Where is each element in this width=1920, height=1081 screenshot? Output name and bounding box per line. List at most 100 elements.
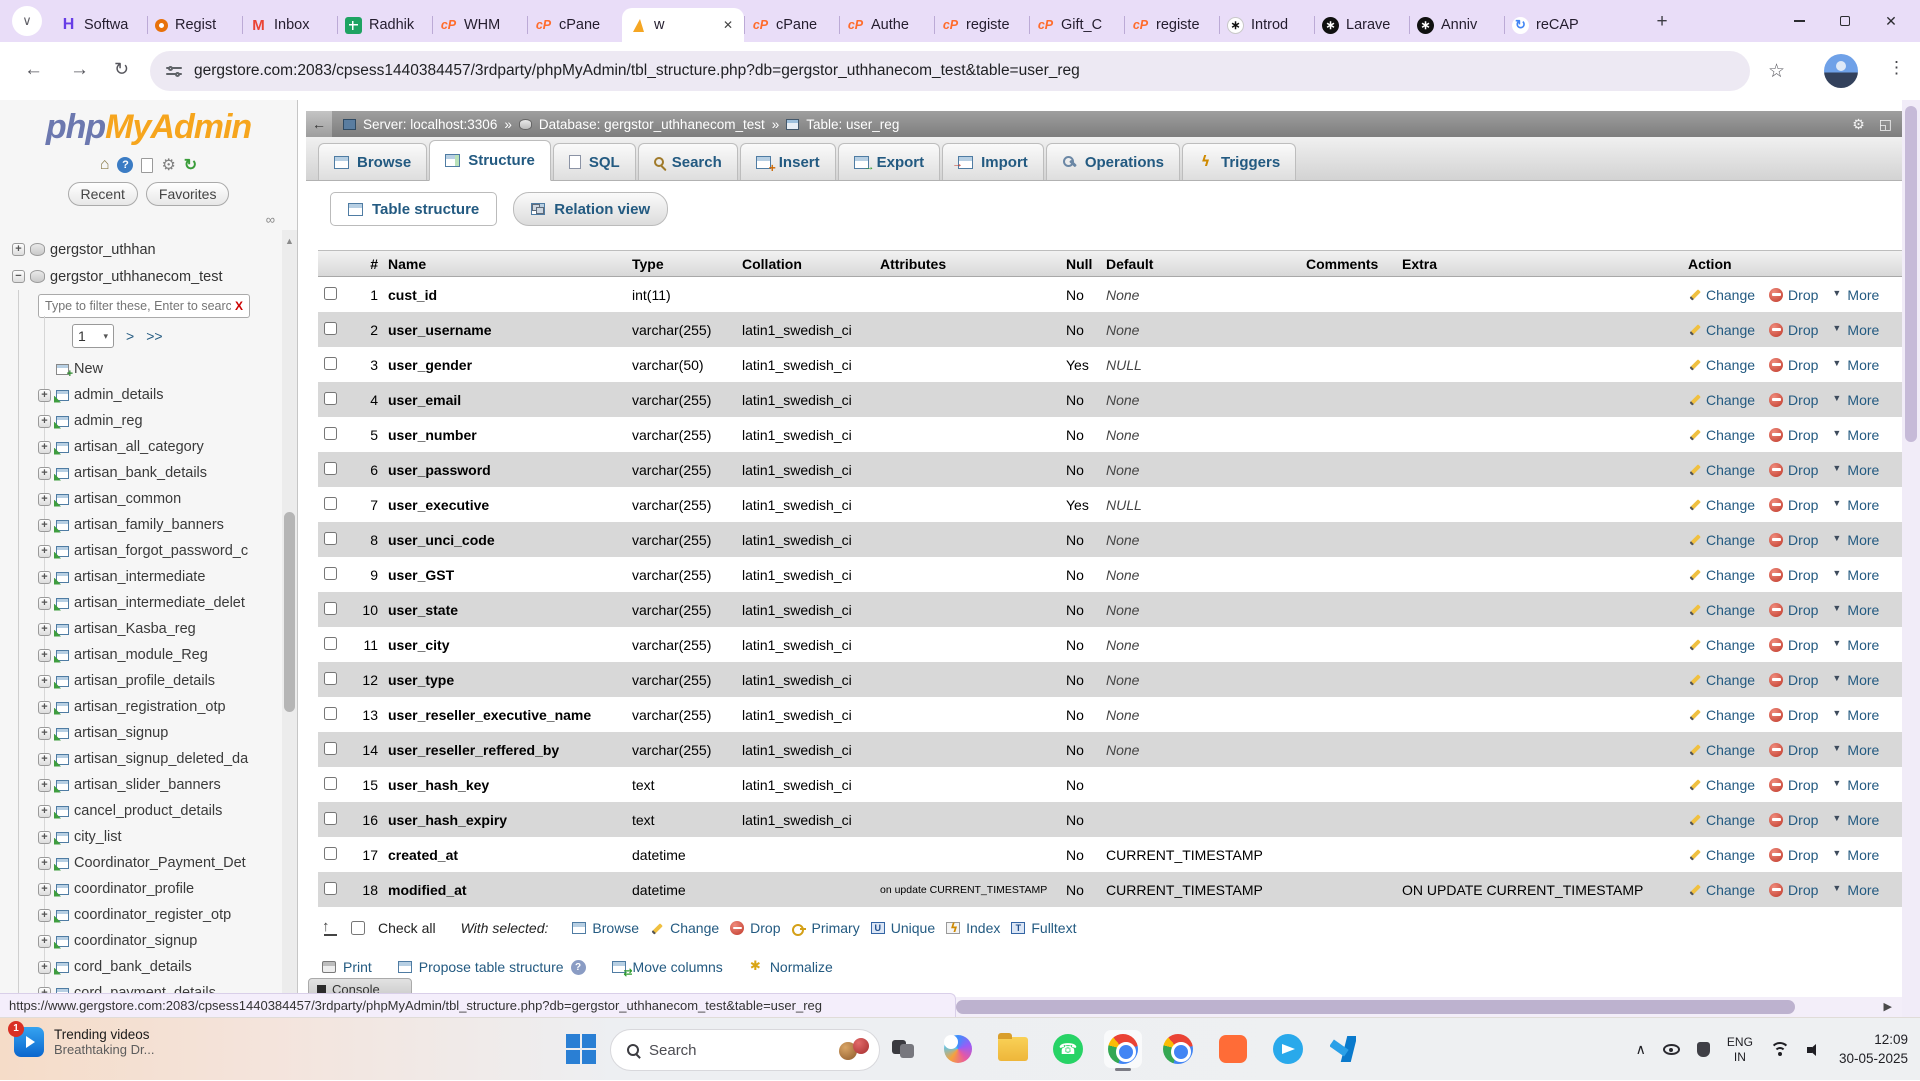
sidebar-table-item[interactable]: + artisan_intermediate xyxy=(8,564,277,590)
expand-icon[interactable]: + xyxy=(38,909,51,922)
help-icon[interactable]: ? xyxy=(117,157,133,173)
footer-link[interactable]: Move columns xyxy=(612,959,723,975)
main-tab[interactable]: SQL xyxy=(553,143,636,180)
browser-tab[interactable]: cP Gift_C ✕ xyxy=(1029,8,1124,42)
expand-icon[interactable]: + xyxy=(38,519,51,532)
with-selected-action[interactable]: Primary xyxy=(792,920,860,936)
row-checkbox[interactable] xyxy=(324,847,337,860)
more-link[interactable]: More xyxy=(1832,777,1879,793)
sub-tab[interactable]: Relation view xyxy=(513,192,668,226)
clock[interactable]: 12:09 30-05-2025 xyxy=(1839,1031,1908,1067)
main-tab[interactable]: Import xyxy=(942,143,1044,180)
back-button[interactable]: ← xyxy=(24,59,43,81)
expand-icon[interactable]: + xyxy=(38,961,51,974)
browser-tab[interactable]: cP cPane ✕ xyxy=(527,8,622,42)
vertical-scrollbar-thumb[interactable] xyxy=(1905,106,1917,442)
expand-icon[interactable]: + xyxy=(38,857,51,870)
link-icon[interactable]: ∞ xyxy=(266,212,275,227)
page-select[interactable]: 1▾ xyxy=(72,324,114,348)
main-tab[interactable]: Triggers xyxy=(1182,143,1296,180)
drop-link[interactable]: Drop xyxy=(1769,637,1818,653)
drop-link[interactable]: Drop xyxy=(1769,427,1818,443)
orange-app-button[interactable] xyxy=(1214,1030,1252,1068)
help-icon[interactable]: ? xyxy=(571,960,586,975)
change-link[interactable]: Change xyxy=(1688,287,1755,303)
change-link[interactable]: Change xyxy=(1688,567,1755,583)
vertical-scrollbar[interactable] xyxy=(1902,100,1920,1017)
column-collation[interactable]: latin1_swedish_ci xyxy=(742,672,880,688)
sidebar-table-item[interactable]: + artisan_profile_details xyxy=(8,668,277,694)
wifi-icon[interactable] xyxy=(1770,1042,1790,1057)
main-tab[interactable]: Structure xyxy=(429,140,551,181)
row-checkbox[interactable] xyxy=(324,882,337,895)
tab-close-icon[interactable]: ✕ xyxy=(720,17,736,33)
more-link[interactable]: More xyxy=(1832,672,1879,688)
footer-link[interactable]: Print xyxy=(322,959,372,975)
drop-link[interactable]: Drop xyxy=(1769,742,1818,758)
change-link[interactable]: Change xyxy=(1688,427,1755,443)
drop-link[interactable]: Drop xyxy=(1769,462,1818,478)
main-tab[interactable]: Browse xyxy=(318,143,427,180)
with-selected-action[interactable]: Index xyxy=(946,920,1000,936)
sidebar-table-item[interactable]: + coordinator_profile xyxy=(8,876,277,902)
row-checkbox[interactable] xyxy=(324,707,337,720)
browser-button[interactable] xyxy=(1159,1030,1197,1068)
browser-tab[interactable]: cP cPane ✕ xyxy=(744,8,839,42)
more-link[interactable]: More xyxy=(1832,287,1879,303)
column-collation[interactable]: latin1_swedish_ci xyxy=(742,497,880,513)
sub-tab[interactable]: Table structure xyxy=(330,192,497,226)
row-checkbox[interactable] xyxy=(324,497,337,510)
browser-tab[interactable]: M Inbox ✕ xyxy=(242,8,337,42)
more-link[interactable]: More xyxy=(1832,427,1879,443)
expand-icon[interactable]: + xyxy=(38,935,51,948)
column-collation[interactable]: latin1_swedish_ci xyxy=(742,322,880,338)
shield-icon[interactable] xyxy=(1697,1042,1710,1057)
sidebar-table-item[interactable]: + Coordinator_Payment_Det xyxy=(8,850,277,876)
browser-tab[interactable]: Regist ✕ xyxy=(147,8,242,42)
vscode-button[interactable] xyxy=(1324,1030,1362,1068)
drop-link[interactable]: Drop xyxy=(1769,567,1818,583)
row-checkbox[interactable] xyxy=(324,567,337,580)
drop-link[interactable]: Drop xyxy=(1769,532,1818,548)
row-checkbox[interactable] xyxy=(324,392,337,405)
horizontal-scrollbar[interactable]: ▶ xyxy=(956,997,1902,1017)
change-link[interactable]: Change xyxy=(1688,497,1755,513)
sidebar-table-item[interactable]: + artisan_registration_otp xyxy=(8,694,277,720)
start-button[interactable] xyxy=(566,1034,598,1066)
window-close-button[interactable]: ✕ xyxy=(1868,0,1914,42)
sidebar-table-item[interactable]: + artisan_signup xyxy=(8,720,277,746)
eye-icon[interactable] xyxy=(1663,1044,1680,1055)
language-indicator[interactable]: ENG IN xyxy=(1727,1035,1753,1065)
check-all-checkbox[interactable] xyxy=(351,921,365,935)
profile-avatar[interactable] xyxy=(1824,54,1858,88)
change-link[interactable]: Change xyxy=(1688,742,1755,758)
sidebar-table-item[interactable]: + artisan_module_Reg xyxy=(8,642,277,668)
column-collation[interactable]: latin1_swedish_ci xyxy=(742,707,880,723)
tab-search-button[interactable]: ∨ xyxy=(12,6,42,36)
clear-filter-icon[interactable]: X xyxy=(235,299,243,313)
change-link[interactable]: Change xyxy=(1688,532,1755,548)
column-collation[interactable]: latin1_swedish_ci xyxy=(742,462,880,478)
row-checkbox[interactable] xyxy=(324,322,337,335)
column-collation[interactable]: latin1_swedish_ci xyxy=(742,357,880,373)
chrome-button[interactable] xyxy=(1104,1030,1142,1068)
expand-icon[interactable]: − xyxy=(12,270,25,283)
column-collation[interactable]: latin1_swedish_ci xyxy=(742,567,880,583)
more-link[interactable]: More xyxy=(1832,462,1879,478)
expand-icon[interactable]: + xyxy=(38,467,51,480)
sidebar-table-item[interactable]: + artisan_signup_deleted_da xyxy=(8,746,277,772)
more-link[interactable]: More xyxy=(1832,357,1879,373)
expand-icon[interactable]: + xyxy=(38,597,51,610)
with-selected-action[interactable]: U Unique xyxy=(871,920,935,936)
drop-link[interactable]: Drop xyxy=(1769,707,1818,723)
change-link[interactable]: Change xyxy=(1688,462,1755,478)
row-checkbox[interactable] xyxy=(324,812,337,825)
column-collation[interactable]: latin1_swedish_ci xyxy=(742,637,880,653)
breadcrumb-database[interactable]: Database: gergstor_uthhanecom_test xyxy=(539,117,765,132)
drop-link[interactable]: Drop xyxy=(1769,497,1818,513)
column-collation[interactable]: latin1_swedish_ci xyxy=(742,602,880,618)
more-link[interactable]: More xyxy=(1832,742,1879,758)
more-link[interactable]: More xyxy=(1832,567,1879,583)
drop-link[interactable]: Drop xyxy=(1769,602,1818,618)
main-tab[interactable]: Operations xyxy=(1046,143,1180,180)
